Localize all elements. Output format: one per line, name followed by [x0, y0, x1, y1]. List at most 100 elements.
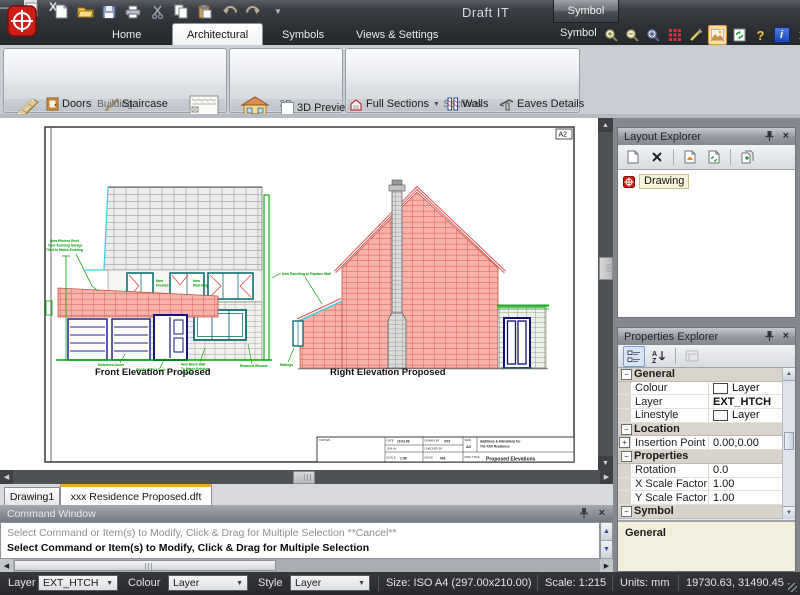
category-row[interactable]: −Properties: [618, 450, 795, 464]
property-row[interactable]: LinestyleLayer: [618, 409, 795, 423]
ribbon-close-icon[interactable]: x: [794, 26, 800, 44]
collapse-icon[interactable]: −: [621, 451, 632, 462]
scroll-up-icon[interactable]: ▲: [598, 118, 613, 132]
railings-annotation: Railings: [280, 363, 293, 367]
zoom-in-icon[interactable]: [603, 26, 620, 44]
info-icon[interactable]: i: [773, 26, 790, 44]
status-bar: Layer EXT_HTCH▼ Colour Layer▼ Style Laye…: [0, 572, 800, 595]
property-label: Layer: [631, 395, 709, 408]
canvas-horizontal-scrollbar[interactable]: ◀ ▶: [0, 470, 613, 484]
new-layout-icon[interactable]: [623, 148, 643, 167]
vertical-scroll-thumb[interactable]: [599, 257, 613, 280]
scroll-down-icon[interactable]: ▼: [601, 541, 612, 559]
help-icon[interactable]: ?: [752, 26, 769, 44]
open-icon[interactable]: [76, 3, 94, 20]
drawing-canvas[interactable]: A2: [0, 118, 598, 470]
doc-tab-drawing1[interactable]: Drawing1: [4, 487, 60, 506]
scroll-up-icon[interactable]: ▲: [783, 368, 795, 381]
scroll-left-icon[interactable]: ◀: [0, 470, 13, 484]
delete-layout-icon[interactable]: [647, 148, 667, 167]
import-layout-icon[interactable]: [680, 148, 700, 167]
scroll-down-icon[interactable]: ▼: [783, 506, 795, 519]
cut-icon[interactable]: [148, 3, 166, 20]
pin-icon[interactable]: [579, 507, 589, 518]
tab-views-settings[interactable]: Views & Settings: [342, 24, 452, 45]
command-window: Command Window × Select Command or Item(…: [0, 505, 613, 572]
close-panel-icon[interactable]: ×: [783, 330, 789, 342]
collapse-icon[interactable]: −: [621, 424, 632, 435]
pin-icon[interactable]: [765, 330, 774, 341]
canvas-vertical-scrollbar[interactable]: ▲ ▼: [598, 118, 613, 470]
zoom-out-icon[interactable]: [624, 26, 641, 44]
grid-toggle-icon[interactable]: [666, 26, 683, 44]
property-row[interactable]: Y Scale Factor1.00: [618, 491, 795, 505]
scroll-down-icon[interactable]: ▼: [598, 456, 613, 470]
close-panel-icon[interactable]: ×: [599, 507, 605, 519]
refresh-drawing-icon[interactable]: [731, 26, 748, 44]
collapse-icon[interactable]: −: [621, 369, 632, 380]
svg-text:A2: A2: [466, 444, 472, 449]
scroll-right-icon[interactable]: ▶: [600, 559, 613, 572]
property-row[interactable]: ColourLayer: [618, 382, 795, 396]
properties-scrollbar[interactable]: ▲ ▼: [782, 368, 795, 519]
eaves-details-button[interactable]: Eaves Details: [499, 96, 584, 112]
doors-icon: [46, 97, 59, 111]
command-vertical-scrollbar[interactable]: ▲ ▼: [600, 522, 613, 559]
snap-toggle-icon[interactable]: [687, 26, 704, 44]
command-history[interactable]: Select Command or Item(s) to Modify, Cli…: [0, 522, 600, 559]
caret-down-icon: ▼: [236, 580, 243, 587]
close-panel-icon[interactable]: ×: [783, 130, 789, 142]
tab-architectural[interactable]: Architectural: [172, 23, 263, 46]
resize-grip[interactable]: [788, 583, 797, 592]
property-row[interactable]: Rotation0.0: [618, 464, 795, 478]
zoom-extents-icon[interactable]: [645, 26, 662, 44]
category-row[interactable]: −Location: [618, 423, 795, 437]
layout-item-drawing[interactable]: Drawing: [623, 174, 689, 189]
view-toolbar: ? i x: [603, 25, 800, 45]
category-row[interactable]: −General: [618, 368, 795, 382]
qat-customize-caret-icon[interactable]: ▼: [274, 7, 282, 16]
property-row[interactable]: LayerEXT_HTCH: [618, 395, 795, 409]
undo-icon[interactable]: [220, 3, 238, 20]
svg-text:Over Existing Garage: Over Existing Garage: [48, 244, 83, 248]
staircase-button[interactable]: Staircase: [104, 96, 168, 112]
application-button[interactable]: [7, 2, 39, 40]
svg-text:ISSUE: ISSUE: [425, 456, 434, 460]
tab-symbols[interactable]: Symbols: [268, 24, 338, 45]
duplicate-layout-icon[interactable]: [737, 148, 757, 167]
command-scroll-thumb[interactable]: [14, 560, 276, 571]
image-preview-toggle-icon[interactable]: [708, 25, 727, 45]
save-icon[interactable]: [100, 3, 118, 20]
property-row[interactable]: X Scale Factor1.00: [618, 478, 795, 492]
style-label: Style: [258, 577, 282, 589]
paste-icon[interactable]: [196, 3, 214, 20]
collapse-icon[interactable]: −: [621, 506, 632, 517]
new-icon[interactable]: [52, 3, 70, 20]
categorized-view-icon[interactable]: [623, 346, 645, 367]
properties-scroll-thumb[interactable]: [784, 432, 794, 450]
copy-icon[interactable]: [172, 3, 190, 20]
pin-icon[interactable]: [765, 130, 774, 141]
redo-icon[interactable]: [244, 3, 262, 20]
horizontal-scroll-thumb[interactable]: [293, 471, 315, 484]
property-pages-icon[interactable]: [682, 347, 702, 366]
refresh-layout-icon[interactable]: [704, 148, 724, 167]
scroll-left-icon[interactable]: ◀: [0, 559, 13, 572]
print-icon[interactable]: [124, 3, 142, 20]
layer-dropdown[interactable]: EXT_HTCH▼: [38, 575, 118, 591]
command-horizontal-scrollbar[interactable]: ◀ ▶: [0, 559, 613, 572]
tab-home[interactable]: Home: [98, 24, 155, 45]
colour-dropdown[interactable]: Layer▼: [168, 575, 248, 591]
walls-sections-button[interactable]: Walls: [446, 96, 488, 112]
alphabetical-sort-icon[interactable]: AZ: [649, 347, 669, 366]
scroll-right-icon[interactable]: ▶: [600, 470, 613, 484]
expand-icon[interactable]: +: [619, 437, 630, 448]
category-row[interactable]: −Symbol: [618, 505, 795, 519]
roof-annotation: New Pitched Roof Over Existing Garage Ti…: [46, 239, 83, 252]
full-sections-button[interactable]: Full Sections▼: [349, 96, 440, 112]
style-dropdown[interactable]: Layer▼: [290, 575, 370, 591]
sheet-size-label: A2: [559, 132, 568, 139]
property-row[interactable]: +Insertion Point0.00,0.00: [618, 436, 795, 450]
doors-button[interactable]: Doors: [46, 96, 91, 112]
scroll-up-icon[interactable]: ▲: [601, 523, 612, 541]
